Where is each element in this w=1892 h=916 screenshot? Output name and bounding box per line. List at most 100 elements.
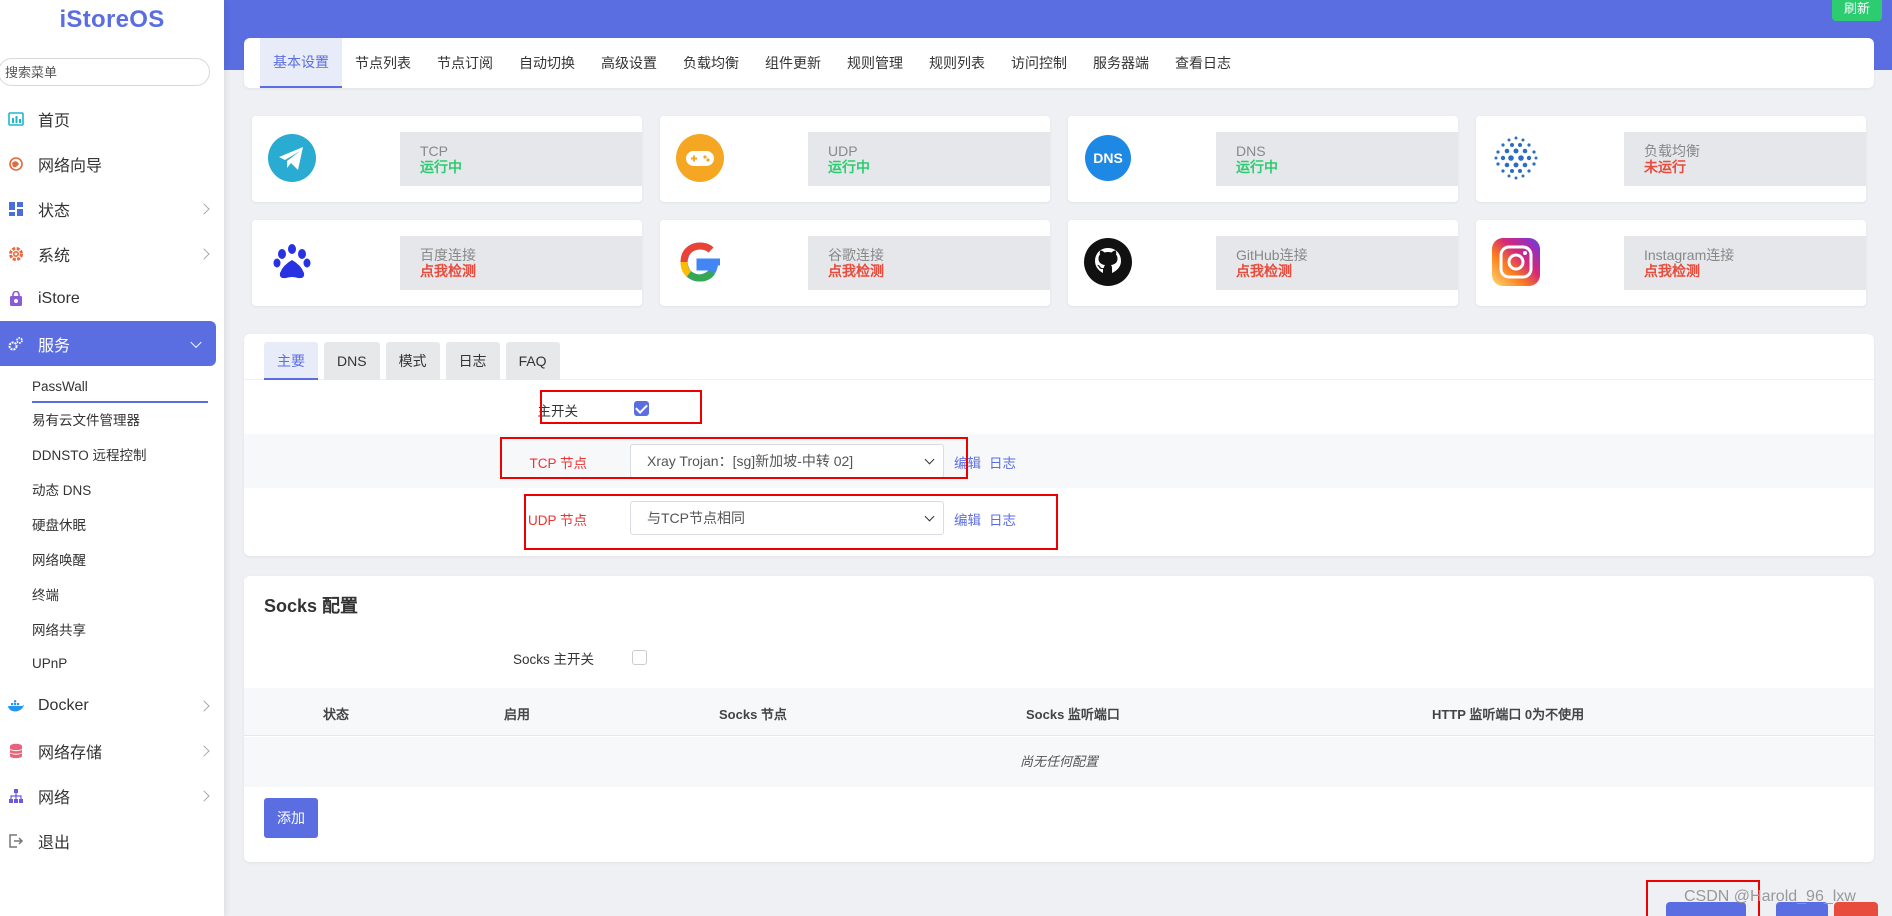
sidebar-item-label: 服务 [38,337,71,355]
github-icon [1084,238,1132,286]
sidebar-item-services[interactable]: 服务 [0,321,216,366]
sidebar-item-status[interactable]: 状态 [0,186,224,231]
sidebar-item-network-wizard[interactable]: 网络向导 [0,141,224,186]
status-info: TCP 运行中 [400,132,642,186]
tab-load-balance[interactable]: 负载均衡 [670,38,752,88]
main-content: 基本设置 节点列表 节点订阅 自动切换 高级设置 负载均衡 组件更新 规则管理 … [244,38,1874,862]
sidebar-item-label: iStore [38,289,80,307]
subtab-dns[interactable]: DNS [324,342,380,380]
sidebar-item-network-storage[interactable]: 网络存储 [0,728,224,773]
tab-node-subscribe[interactable]: 节点订阅 [424,38,506,88]
subtab-mode[interactable]: 模式 [385,342,440,380]
dashboard-icon [6,109,26,129]
sidebar-item-logout[interactable]: 退出 [0,818,224,863]
tab-server[interactable]: 服务器端 [1080,38,1162,88]
status-card-instagram[interactable]: Instagram连接 点我检测 [1476,220,1866,306]
sidebar-item-label: 状态 [38,202,71,220]
submenu-item-disk-sleep[interactable]: 硬盘休眠 [0,506,224,541]
status-check-link[interactable]: 点我检测 [1236,263,1438,279]
add-socks-button[interactable]: 添加 [264,798,318,838]
status-name: 谷歌连接 [828,247,884,263]
submenu-label: 硬盘休眠 [32,517,86,533]
status-check-link[interactable]: 点我检测 [828,263,1030,279]
submenu-label: 动态 DNS [32,482,92,498]
main-settings-panel: 主要 DNS 模式 日志 FAQ 主开关 TCP 节点 Xray Trojan：… [244,334,1874,556]
status-info: UDP 运行中 [808,132,1050,186]
tab-advanced-settings[interactable]: 高级设置 [588,38,670,88]
tab-view-log[interactable]: 查看日志 [1162,38,1244,88]
network-icon [6,786,26,806]
sidebar: iStoreOS 首页 网络向导 状态 系统 [0,0,224,916]
form-row-udp-node: UDP 节点 与TCP节点相同 编辑 日志 [244,488,1874,548]
tab-basic-settings[interactable]: 基本设置 [260,38,342,88]
submenu-item-passwall[interactable]: PassWall [0,366,224,403]
subtab-log[interactable]: 日志 [445,342,500,380]
column-header-socks-node: Socks 节点 [719,707,787,722]
form-row-main-switch: 主开关 [244,382,1874,434]
submenu-item-wake-on-lan[interactable]: 网络唤醒 [0,541,224,576]
sidebar-item-istore[interactable]: iStore [0,276,224,321]
logout-icon [6,831,26,851]
passwall-tabs: 基本设置 节点列表 节点订阅 自动切换 高级设置 负载均衡 组件更新 规则管理 … [244,38,1874,88]
status-name: TCP [420,143,448,159]
app-logo[interactable]: iStoreOS [0,0,224,40]
refresh-button[interactable]: 刷新 [1831,0,1882,21]
telegram-icon [268,134,316,182]
sidebar-item-label: Docker [38,696,89,714]
status-name: 百度连接 [420,247,476,263]
tab-rule-manage[interactable]: 规则管理 [834,38,916,88]
submenu-item-file-manager[interactable]: 易有云文件管理器 [0,401,224,436]
socks-config-panel: Socks 配置 Socks 主开关 状态 启用 Socks 节点 Socks … [244,576,1874,862]
status-card-github[interactable]: GitHub连接 点我检测 [1068,220,1458,306]
tab-component-update[interactable]: 组件更新 [752,38,834,88]
socks-switch-label: Socks 主开关 [513,652,595,667]
tab-access-control[interactable]: 访问控制 [998,38,1080,88]
chevron-right-icon [198,247,210,260]
column-header-http-port: HTTP 监听端口 0为不使用 [1432,707,1585,722]
status-name: Instagram连接 [1644,247,1735,263]
column-header-enabled: 启用 [504,707,531,722]
menu-search-input[interactable] [0,58,210,86]
sidebar-item-docker[interactable]: Docker [0,683,224,728]
status-card-google[interactable]: 谷歌连接 点我检测 [660,220,1050,306]
gamepad-icon [676,134,724,182]
status-card-udp: UDP 运行中 [660,116,1050,202]
form-row-tcp-node: TCP 节点 Xray Trojan：[sg]新加坡-中转 02] 编辑 日志 [244,434,1874,488]
sidebar-item-label: 退出 [38,834,71,852]
submenu-label: 网络共享 [32,622,86,638]
status-state: 运行中 [420,159,462,175]
tab-rule-list[interactable]: 规则列表 [916,38,998,88]
instagram-icon [1492,238,1540,286]
tab-auto-switch[interactable]: 自动切换 [506,38,588,88]
column-header-socks-port: Socks 监听端口 [1026,707,1120,722]
socks-switch-checkbox[interactable] [632,650,647,665]
chevron-right-icon [198,744,210,757]
status-state: 未运行 [1644,159,1686,175]
gear-icon [6,244,26,264]
status-info: DNS 运行中 [1216,132,1458,186]
submenu-label: PassWall [32,371,208,403]
submenu-item-network-share[interactable]: 网络共享 [0,611,224,646]
submenu-item-upnp[interactable]: UPnP [0,646,224,681]
docker-icon [6,696,26,716]
status-card-dns: DNS DNS 运行中 [1068,116,1458,202]
tab-node-list[interactable]: 节点列表 [342,38,424,88]
tcp-log-link[interactable]: 日志 [989,452,1016,472]
status-check-link[interactable]: 点我检测 [1644,263,1846,279]
subtab-faq[interactable]: FAQ [505,342,560,380]
status-check-link[interactable]: 点我检测 [420,263,622,279]
chevron-down-icon [190,336,202,348]
status-info: 百度连接 点我检测 [400,236,642,290]
submenu-item-ddns[interactable]: 动态 DNS [0,471,224,506]
watermark: CSDN @Harold_96_lxw [1684,888,1856,905]
sidebar-item-network[interactable]: 网络 [0,773,224,818]
sidebar-nav-bottom: Docker 网络存储 网络 退出 [0,683,224,863]
submenu-item-ddnsto[interactable]: DDNSTO 远程控制 [0,436,224,471]
status-card-baidu[interactable]: 百度连接 点我检测 [252,220,642,306]
highlight-box [540,390,702,424]
submenu-item-terminal[interactable]: 终端 [0,576,224,611]
subtab-main[interactable]: 主要 [264,342,318,380]
sidebar-item-home[interactable]: 首页 [0,96,224,141]
sidebar-item-system[interactable]: 系统 [0,231,224,276]
submenu-label: 网络唤醒 [32,552,86,568]
